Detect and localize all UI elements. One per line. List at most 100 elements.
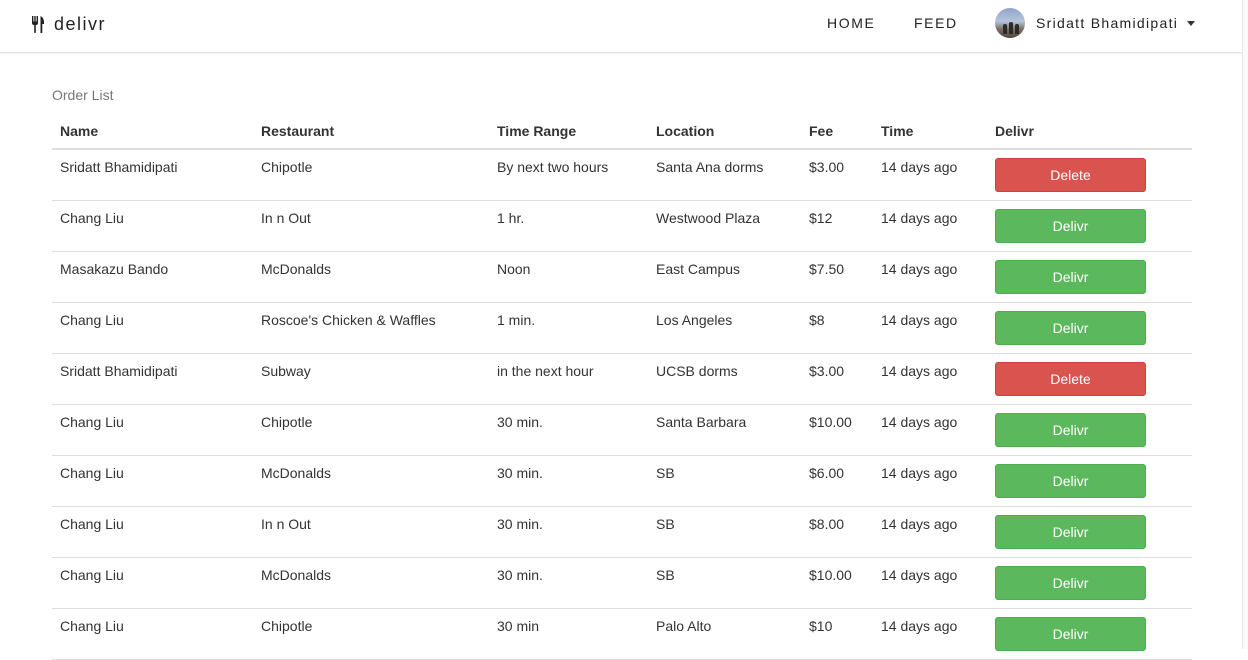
cell-fee: $10 xyxy=(801,608,873,660)
delivr-button[interactable]: Delivr xyxy=(995,208,1146,243)
table-row: Sridatt Bhamidipati Subway in the next h… xyxy=(52,353,1192,405)
order-table: Name Restaurant Time Range Location Fee … xyxy=(52,113,1192,660)
cell-restaurant: McDonalds xyxy=(253,455,489,507)
cell-restaurant: Chipotle xyxy=(253,149,489,201)
cell-time-range: By next two hours xyxy=(489,149,648,201)
delivr-button[interactable]: Delivr xyxy=(995,412,1146,447)
cell-action: Delivr xyxy=(987,200,1192,252)
cell-action: Delete xyxy=(987,353,1192,405)
cell-name: Chang Liu xyxy=(52,200,253,252)
table-row: Chang Liu In n Out 30 min. SB $8.00 14 d… xyxy=(52,506,1192,558)
cell-location: UCSB dorms xyxy=(648,353,801,405)
cell-time-range: 1 hr. xyxy=(489,200,648,252)
cell-action: Delivr xyxy=(987,608,1192,660)
cell-name: Chang Liu xyxy=(52,608,253,660)
cell-time-range: 30 min. xyxy=(489,557,648,609)
table-row: Masakazu Bando McDonalds Noon East Campu… xyxy=(52,251,1192,303)
cell-location: East Campus xyxy=(648,251,801,303)
user-menu[interactable]: Sridatt Bhamidipati xyxy=(995,8,1196,38)
delivr-button[interactable]: Delivr xyxy=(995,310,1146,345)
cell-name: Chang Liu xyxy=(52,557,253,609)
cell-fee: $3.00 xyxy=(801,149,873,201)
cell-location: SB xyxy=(648,557,801,609)
cell-action: Delivr xyxy=(987,251,1192,303)
delivr-button[interactable]: Delivr xyxy=(995,514,1146,549)
cell-name: Chang Liu xyxy=(52,404,253,456)
table-row: Chang Liu Chipotle 30 min. Santa Barbara… xyxy=(52,404,1192,456)
brand[interactable]: delivr xyxy=(31,12,106,36)
caret-down-icon[interactable] xyxy=(1187,20,1196,26)
cell-fee: $3.00 xyxy=(801,353,873,405)
cell-name: Chang Liu xyxy=(52,302,253,354)
header-name: Name xyxy=(52,113,253,150)
user-name: Sridatt Bhamidipati xyxy=(1036,15,1179,31)
cell-fee: $10.00 xyxy=(801,404,873,456)
page-title: Order List xyxy=(52,87,114,103)
cell-time: 14 days ago xyxy=(873,302,987,354)
cell-time: 14 days ago xyxy=(873,353,987,405)
fork-knife-icon xyxy=(32,15,45,33)
cell-fee: $8.00 xyxy=(801,506,873,558)
cell-name: Sridatt Bhamidipati xyxy=(52,149,253,201)
cell-restaurant: Chipotle xyxy=(253,608,489,660)
cell-time-range: 30 min. xyxy=(489,404,648,456)
cell-restaurant: In n Out xyxy=(253,506,489,558)
cell-location: Santa Barbara xyxy=(648,404,801,456)
table-header-row: Name Restaurant Time Range Location Fee … xyxy=(52,113,1192,150)
cell-action: Delivr xyxy=(987,506,1192,558)
cell-restaurant: Subway xyxy=(253,353,489,405)
cell-time-range: 30 min. xyxy=(489,506,648,558)
table-row: Chang Liu In n Out 1 hr. Westwood Plaza … xyxy=(52,200,1192,252)
brand-name: delivr xyxy=(54,13,107,34)
cell-restaurant: Chipotle xyxy=(253,404,489,456)
cell-location: Santa Ana dorms xyxy=(648,149,801,201)
delete-button[interactable]: Delete xyxy=(995,361,1146,396)
cell-name: Masakazu Bando xyxy=(52,251,253,303)
header-delivr: Delivr xyxy=(987,113,1192,150)
cell-action: Delivr xyxy=(987,455,1192,507)
cell-time: 14 days ago xyxy=(873,608,987,660)
cell-action: Delivr xyxy=(987,404,1192,456)
cell-time: 14 days ago xyxy=(873,149,987,201)
cell-time: 14 days ago xyxy=(873,506,987,558)
cell-time: 14 days ago xyxy=(873,251,987,303)
delete-button[interactable]: Delete xyxy=(995,158,1146,192)
cell-time-range: 1 min. xyxy=(489,302,648,354)
header-time-range: Time Range xyxy=(489,113,648,150)
cell-action: Delivr xyxy=(987,557,1192,609)
nav-feed-link[interactable]: FEED xyxy=(914,15,958,31)
cell-location: Los Angeles xyxy=(648,302,801,354)
cell-name: Chang Liu xyxy=(52,455,253,507)
cell-restaurant: In n Out xyxy=(253,200,489,252)
cell-action: Delivr xyxy=(987,302,1192,354)
cell-fee: $6.00 xyxy=(801,455,873,507)
header-restaurant: Restaurant xyxy=(253,113,489,150)
header-time: Time xyxy=(873,113,987,150)
cell-fee: $10.00 xyxy=(801,557,873,609)
cell-time-range: 30 min xyxy=(489,608,648,660)
delivr-button[interactable]: Delivr xyxy=(995,463,1146,498)
scrollbar[interactable] xyxy=(1242,0,1248,649)
cell-time: 14 days ago xyxy=(873,455,987,507)
cell-restaurant: McDonalds xyxy=(253,251,489,303)
cell-time-range: in the next hour xyxy=(489,353,648,405)
cell-location: SB xyxy=(648,455,801,507)
cell-location: Palo Alto xyxy=(648,608,801,660)
cell-location: Westwood Plaza xyxy=(648,200,801,252)
table-row: Sridatt Bhamidipati Chipotle By next two… xyxy=(52,149,1192,201)
cell-location: SB xyxy=(648,506,801,558)
header-location: Location xyxy=(648,113,801,150)
table-row: Chang Liu Chipotle 30 min Palo Alto $10 … xyxy=(52,608,1192,660)
nav-home-link[interactable]: HOME xyxy=(827,15,875,31)
cell-time: 14 days ago xyxy=(873,404,987,456)
cell-time-range: 30 min. xyxy=(489,455,648,507)
table-row: Chang Liu Roscoe's Chicken & Waffles 1 m… xyxy=(52,302,1192,354)
cell-fee: $7.50 xyxy=(801,251,873,303)
header-fee: Fee xyxy=(801,113,873,150)
delivr-button[interactable]: Delivr xyxy=(995,565,1146,600)
cell-action: Delete xyxy=(987,149,1192,201)
cell-fee: $12 xyxy=(801,200,873,252)
delivr-button[interactable]: Delivr xyxy=(995,259,1146,294)
cell-fee: $8 xyxy=(801,302,873,354)
delivr-button[interactable]: Delivr xyxy=(995,616,1146,651)
